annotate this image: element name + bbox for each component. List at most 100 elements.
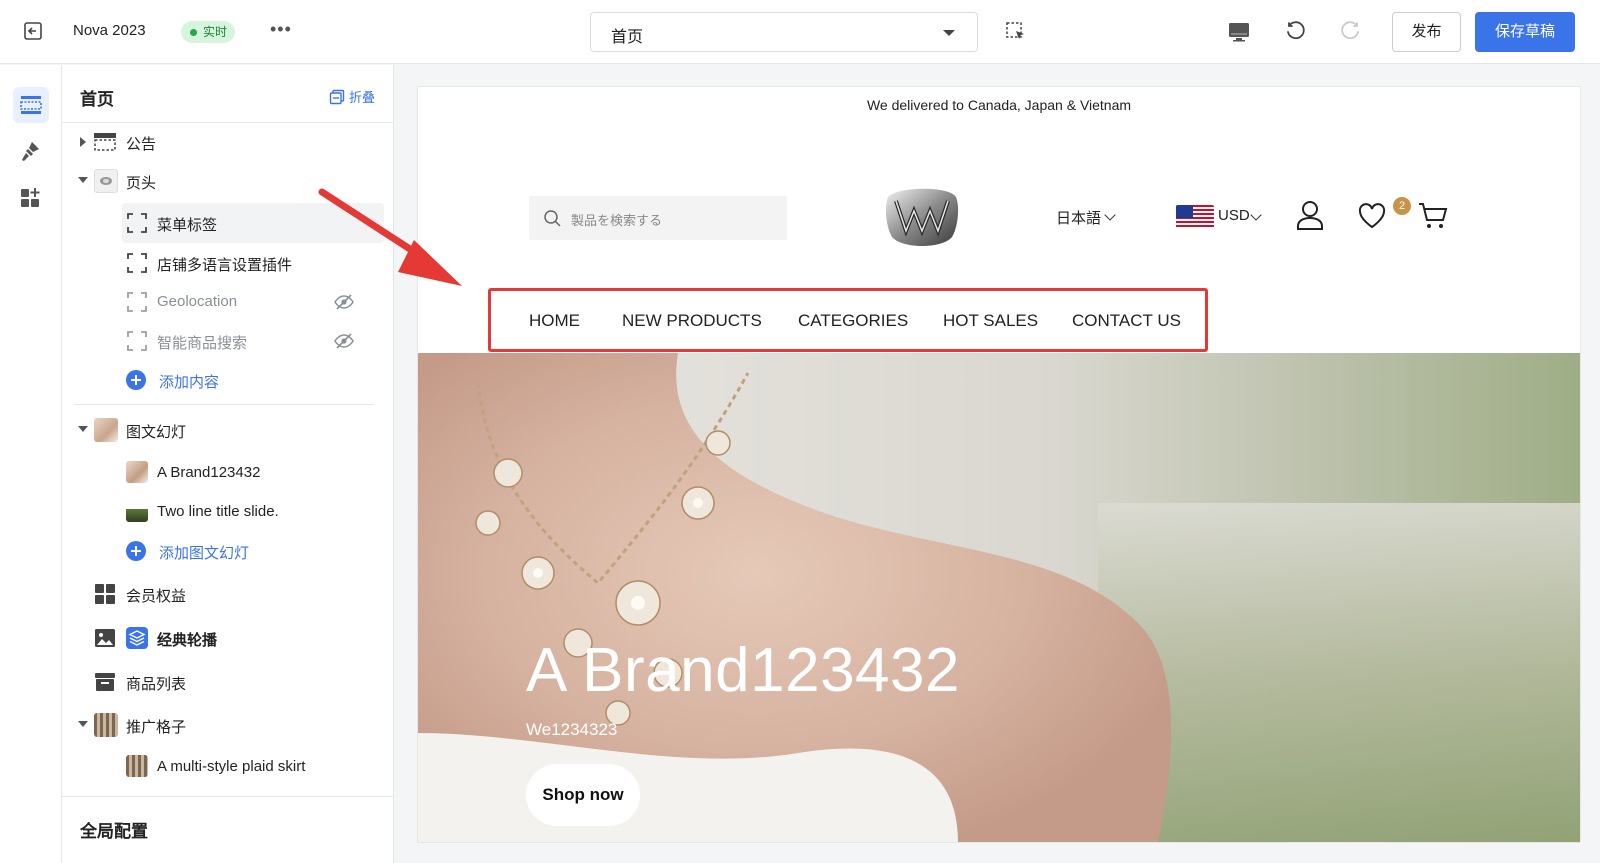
- section-label: 推广格子: [126, 719, 187, 736]
- announcement-bar[interactable]: We delivered to Canada, Japan & Vietnam: [418, 97, 1580, 113]
- collapse-arrow-icon[interactable]: [78, 177, 88, 183]
- slide-thumb: [126, 500, 148, 522]
- block-icon: [127, 331, 147, 351]
- wishlist-heart-icon[interactable]: [1358, 203, 1386, 229]
- header-thumb: [94, 169, 118, 193]
- more-options-button[interactable]: •••: [270, 18, 292, 40]
- image-icon: [95, 629, 115, 647]
- block-icon: [127, 292, 147, 312]
- account-icon[interactable]: [1296, 200, 1324, 230]
- live-status-badge: 实时: [181, 21, 236, 43]
- search-input[interactable]: 製品を検索する: [529, 196, 787, 240]
- slide-label: Two line title slide.: [157, 503, 279, 520]
- search-placeholder: 製品を検索する: [571, 213, 663, 228]
- annotation-arrow-icon: [318, 188, 462, 286]
- exit-icon[interactable]: [22, 20, 44, 42]
- collapse-label: 折叠: [348, 90, 375, 105]
- theme-name: Nova 2023: [73, 22, 146, 39]
- section-carousel[interactable]: 经典轮播: [62, 618, 394, 658]
- hero-subtitle: We1234323: [526, 720, 618, 739]
- chevron-down-icon: [1104, 209, 1116, 221]
- archive-icon: [95, 673, 115, 691]
- slide-item[interactable]: A Brand123432: [62, 453, 394, 493]
- block-label: Geolocation: [157, 293, 238, 310]
- us-flag-icon: [1176, 205, 1214, 229]
- theme-settings-tab[interactable]: [13, 133, 49, 169]
- menu-tabs-highlight: HOME NEW PRODUCTS CATEGORIES HOT SALES C…: [488, 288, 1208, 352]
- section-label: 经典轮播: [157, 632, 218, 649]
- slide-label: A Brand123432: [157, 464, 261, 481]
- skirt-thumb: [94, 713, 118, 737]
- left-rail: [0, 65, 62, 863]
- promo-item[interactable]: A multi-style plaid skirt: [62, 747, 394, 787]
- expand-arrow-icon[interactable]: [80, 137, 86, 147]
- divider: [62, 796, 394, 797]
- slide-item[interactable]: Two line title slide.: [62, 492, 394, 532]
- block-smart-search[interactable]: 智能商品搜索: [62, 321, 394, 361]
- section-promo-grid[interactable]: 推广格子: [62, 705, 394, 745]
- block-icon: [127, 213, 147, 233]
- paint-brush-icon: [22, 142, 39, 161]
- undo-icon[interactable]: [1284, 19, 1308, 43]
- save-draft-button[interactable]: 保存草稿: [1475, 12, 1575, 52]
- desktop-view-icon[interactable]: [1228, 21, 1250, 43]
- inspect-select-icon[interactable]: [1005, 21, 1027, 43]
- cart-icon[interactable]: [1418, 202, 1448, 230]
- section-label: 会员权益: [126, 588, 187, 605]
- block-label: 店铺多语言设置插件: [157, 257, 293, 274]
- collapse-arrow-icon[interactable]: [78, 721, 88, 727]
- add-slide-button[interactable]: 添加图文幻灯: [62, 531, 394, 571]
- global-config-heading[interactable]: 全局配置: [80, 817, 148, 842]
- slideshow-thumb: [94, 418, 118, 442]
- redo-icon[interactable]: [1338, 19, 1362, 43]
- promo-label: A multi-style plaid skirt: [157, 758, 306, 775]
- announcement-icon: [94, 133, 116, 151]
- section-announcement[interactable]: 公告: [62, 122, 394, 162]
- chevron-down-icon: [1250, 209, 1262, 221]
- chevron-down-icon: [943, 30, 955, 36]
- wishlist-count-badge: 2: [1393, 197, 1411, 215]
- section-membership[interactable]: 会员权益: [62, 574, 394, 614]
- currency-select[interactable]: USD: [1218, 207, 1250, 224]
- divider: [74, 404, 374, 405]
- nav-item-contact-us[interactable]: CONTACT US: [1072, 311, 1181, 331]
- block-label: 智能商品搜索: [157, 335, 248, 352]
- add-content-button[interactable]: 添加内容: [62, 360, 394, 400]
- grid-icon: [95, 584, 115, 604]
- nav-item-new-products[interactable]: NEW PRODUCTS: [622, 311, 762, 331]
- block-icon: [127, 253, 147, 273]
- collapse-button[interactable]: 折叠: [329, 87, 375, 106]
- layers-icon: [126, 627, 148, 649]
- hero-slide[interactable]: A Brand123432 We1234323 Shop now: [418, 353, 1580, 842]
- store-logo[interactable]: [882, 183, 962, 249]
- add-content-label: 添加内容: [159, 374, 220, 391]
- shop-now-button[interactable]: Shop now: [526, 764, 640, 826]
- collapse-arrow-icon[interactable]: [78, 426, 88, 432]
- add-slide-label: 添加图文幻灯: [159, 545, 250, 562]
- collapse-icon: [329, 89, 345, 104]
- slide-thumb: [126, 461, 148, 483]
- page-select[interactable]: 首页: [590, 12, 978, 52]
- skirt-thumb: [126, 755, 148, 777]
- plus-icon: [126, 541, 146, 561]
- section-slideshow[interactable]: 图文幻灯: [62, 410, 394, 450]
- nav-item-categories[interactable]: CATEGORIES: [798, 311, 908, 331]
- nav-item-home[interactable]: HOME: [529, 311, 580, 331]
- sections-icon: [20, 96, 42, 114]
- eye-hidden-icon[interactable]: [334, 332, 354, 350]
- hero-title: A Brand123432: [526, 636, 960, 705]
- block-label: 菜单标签: [157, 217, 218, 234]
- apps-add-icon: [21, 188, 40, 207]
- section-product-list[interactable]: 商品列表: [62, 662, 394, 702]
- top-bar: Nova 2023 实时 ••• 首页 发布 保存草稿: [0, 0, 1600, 64]
- nav-item-hot-sales[interactable]: HOT SALES: [943, 311, 1038, 331]
- page-select-value: 首页: [611, 29, 644, 46]
- section-label: 图文幻灯: [126, 424, 187, 441]
- section-label: 公告: [126, 136, 157, 153]
- sections-tab[interactable]: [13, 87, 49, 123]
- search-icon: [544, 210, 561, 227]
- panel-title: 首页: [80, 90, 114, 109]
- publish-button[interactable]: 发布: [1392, 12, 1461, 52]
- apps-tab[interactable]: [13, 179, 49, 215]
- language-select[interactable]: 日本語: [1056, 207, 1101, 228]
